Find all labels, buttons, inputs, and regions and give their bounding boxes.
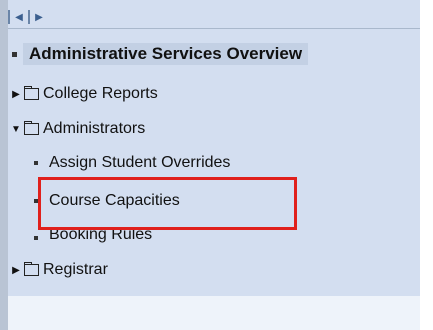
next-arrow-icon[interactable]: ▶ [34, 10, 44, 24]
tree-title-row[interactable]: Administrative Services Overview [12, 42, 309, 66]
left-border-strip [0, 0, 8, 330]
tree-item-label: Administrators [43, 120, 146, 137]
navigation-toolbar: ◀ ▶ [8, 8, 44, 26]
bullet-icon [34, 236, 38, 240]
folder-icon [23, 86, 39, 100]
tree-item-label: Booking Rules [49, 229, 153, 243]
tree-item-booking-rules[interactable]: Booking Rules [34, 229, 152, 244]
toolbar-divider [8, 28, 420, 29]
tree-item-label: Registrar [43, 261, 108, 278]
tree-item-assign-student-overrides[interactable]: Assign Student Overrides [34, 152, 230, 174]
folder-icon [23, 121, 39, 135]
tree-item-label: Assign Student Overrides [49, 154, 231, 171]
bullet-icon [12, 51, 17, 57]
bullet-icon [34, 161, 38, 165]
tree-item-registrar[interactable]: ▶ Registrar [10, 259, 108, 281]
tree-item-label: College Reports [43, 85, 158, 102]
toolbar-separator [28, 10, 30, 24]
folder-icon [23, 262, 39, 276]
tree-item-administrators[interactable]: ▼ Administrators [10, 118, 145, 140]
highlight-annotation-box [38, 177, 297, 230]
navigation-frame: ◀ ▶ Administrative Services Overview ▶ C… [0, 0, 433, 330]
panel-bottom-area [8, 296, 420, 330]
tree-item-college-reports[interactable]: ▶ College Reports [10, 83, 158, 105]
previous-arrow-icon[interactable]: ◀ [14, 10, 24, 24]
expand-arrow-icon[interactable]: ▶ [10, 89, 22, 100]
toolbar-start-bar [8, 10, 10, 24]
expand-arrow-icon[interactable]: ▶ [10, 265, 22, 276]
collapse-arrow-icon[interactable]: ▼ [10, 124, 22, 135]
tree-title: Administrative Services Overview [23, 43, 309, 65]
